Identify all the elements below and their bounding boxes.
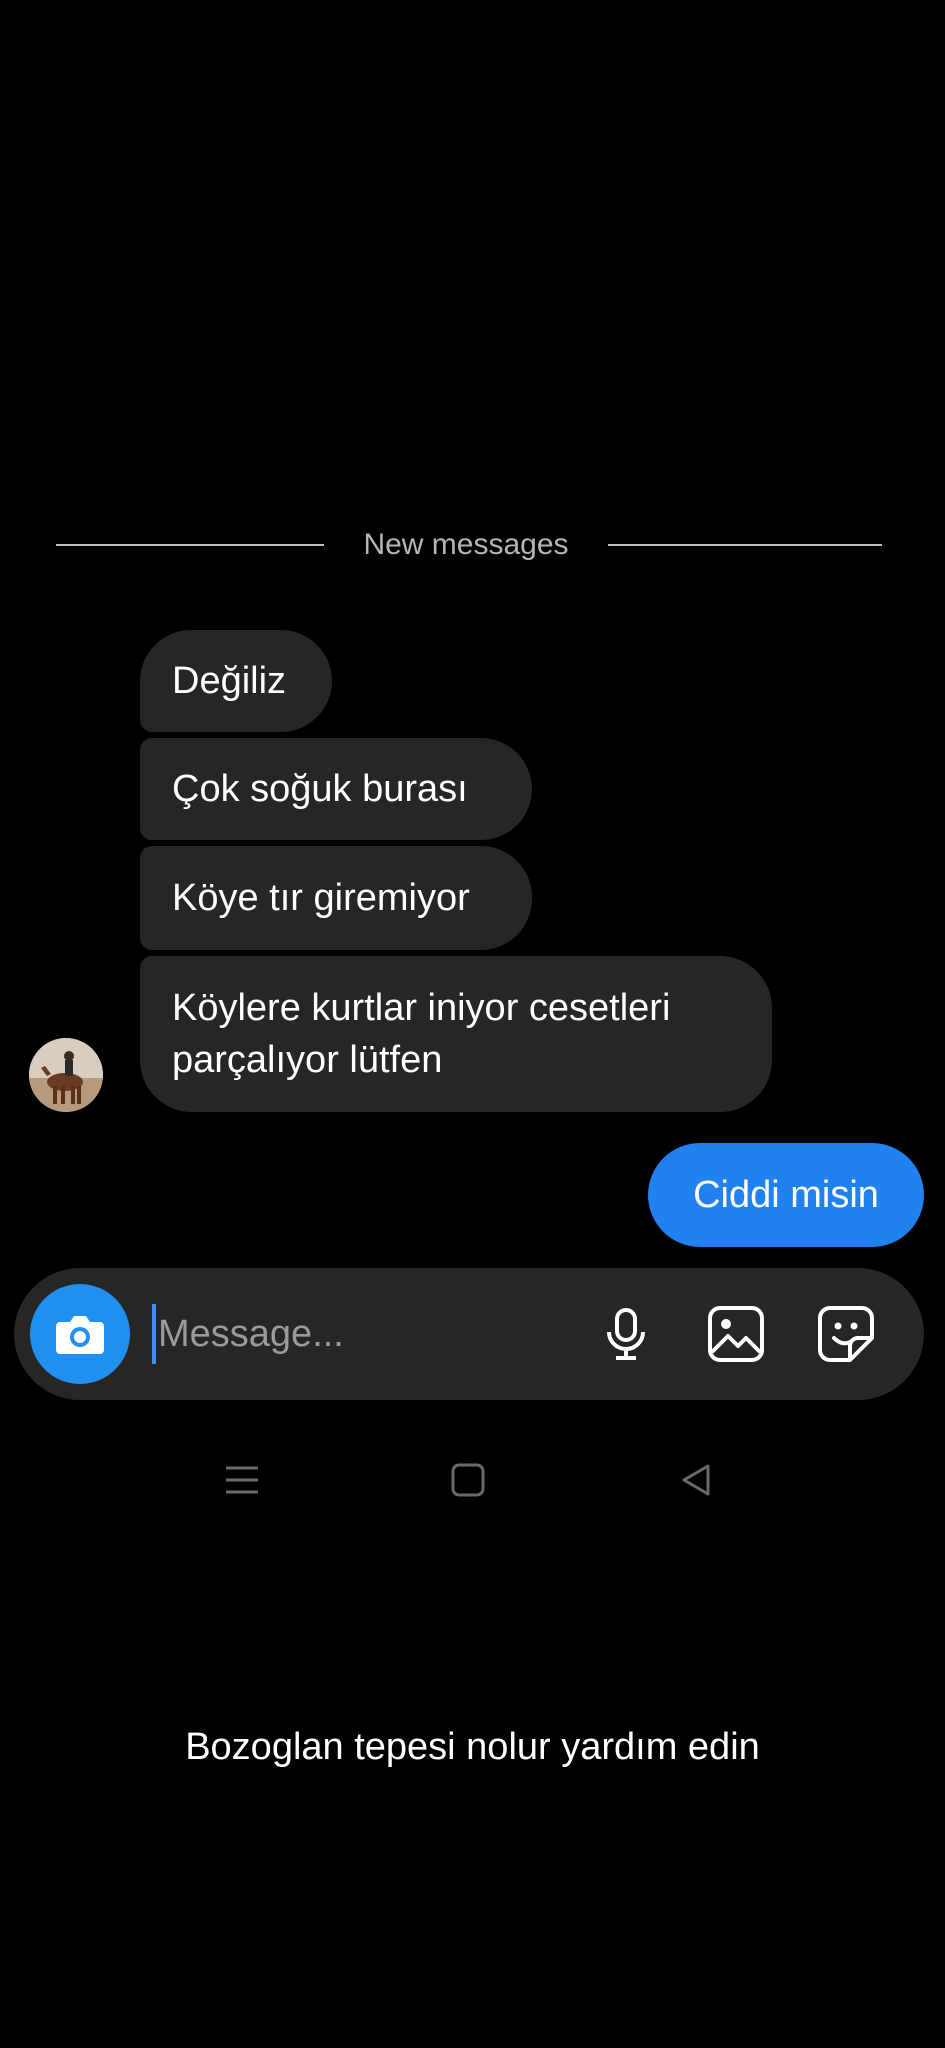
- back-button[interactable]: [676, 1460, 716, 1500]
- gallery-button[interactable]: [706, 1304, 766, 1364]
- divider-line-right: [608, 544, 882, 546]
- sticker-icon: [818, 1306, 874, 1362]
- back-icon: [682, 1464, 710, 1496]
- avatar[interactable]: [29, 1038, 103, 1112]
- incoming-message[interactable]: Köye tır giremiyor: [140, 846, 532, 950]
- message-composer: [14, 1268, 924, 1400]
- new-messages-label: New messages: [363, 528, 569, 561]
- gallery-icon: [708, 1306, 764, 1362]
- microphone-icon: [607, 1308, 645, 1360]
- new-messages-divider: New messages: [0, 530, 945, 560]
- incoming-message[interactable]: Çok soğuk burası: [140, 738, 532, 840]
- divider-line-left: [56, 544, 324, 546]
- outgoing-message[interactable]: Ciddi misin: [648, 1143, 924, 1247]
- sticker-button[interactable]: [816, 1304, 876, 1364]
- message-input[interactable]: [152, 1304, 458, 1364]
- system-navigation-bar: [0, 1456, 945, 1506]
- camera-icon: [56, 1316, 104, 1354]
- menu-button[interactable]: [222, 1460, 262, 1500]
- microphone-button[interactable]: [596, 1304, 656, 1364]
- incoming-message[interactable]: Değiliz: [140, 630, 332, 732]
- home-icon: [451, 1463, 485, 1497]
- camera-button[interactable]: [30, 1284, 130, 1384]
- caption-text: Bozoglan tepesi nolur yardım edin: [185, 1726, 760, 1768]
- incoming-message[interactable]: Köylere kurtlar iniyor cesetleri parçalı…: [140, 956, 772, 1112]
- home-button[interactable]: [448, 1460, 488, 1500]
- menu-icon: [226, 1466, 258, 1494]
